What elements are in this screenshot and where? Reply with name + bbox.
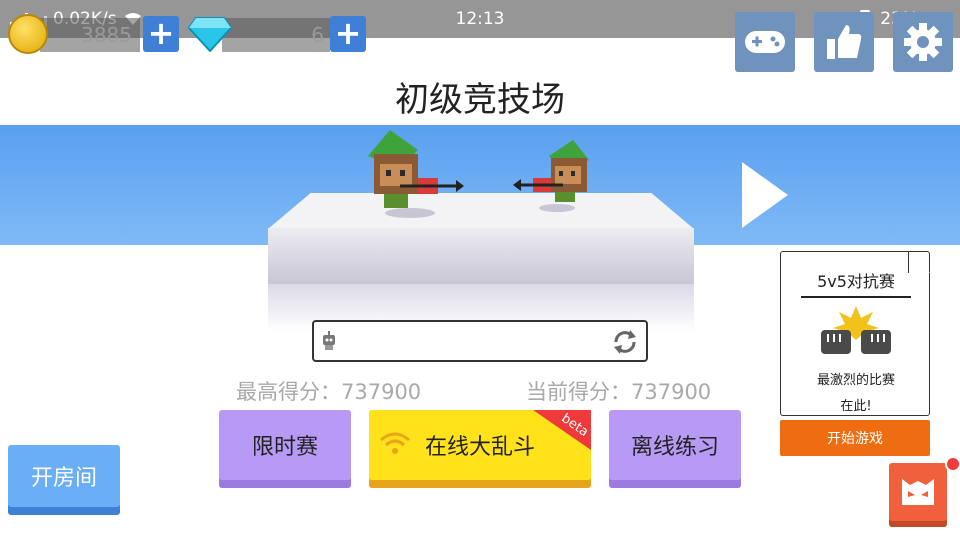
gem-counter: 6 [222,18,330,52]
robot-icon [323,331,335,350]
refresh-icon[interactable] [610,327,640,357]
coin-icon [8,14,48,54]
like-button[interactable] [814,12,874,72]
messages-button[interactable] [889,463,947,521]
offline-mode-button[interactable]: 离线练习 [609,410,741,480]
settings-button[interactable] [893,12,953,72]
timed-mode-label: 限时赛 [251,435,318,460]
notification-dot [945,456,960,472]
online-mode-label: 在线大乱斗 [424,435,535,460]
gamepad-icon [745,31,785,53]
promo-card-desc-1: 最激烈的比赛 [816,373,895,388]
add-coins-button[interactable]: + [143,16,179,52]
open-room-label: 开房间 [30,466,97,491]
start-game-label: 开始游戏 [827,431,883,447]
best-score: 最高得分：737900 [236,380,422,404]
promo-card-desc-2: 在此! [840,399,872,414]
gear-icon [904,23,942,61]
next-arena-arrow[interactable] [742,162,788,228]
coin-counter: 3885 [40,18,140,52]
fist-bump-icon [821,306,891,354]
arena-platform-side [268,228,694,284]
gamepad-button[interactable] [735,12,795,72]
mail-icon [902,479,934,505]
archer-player-icon [368,130,464,218]
add-gems-button[interactable]: + [330,16,366,52]
timed-mode-button[interactable]: 限时赛 [219,410,351,480]
online-mode-button[interactable]: 在线大乱斗 beta [369,410,591,480]
player-name-field[interactable] [312,320,648,362]
card-fold-corner [908,251,930,273]
thumbs-up-icon [827,25,862,59]
wifi-icon [380,432,410,454]
promo-card-title: 5v5对抗赛 [801,268,911,298]
archer-enemy-icon [513,140,589,212]
open-room-button[interactable]: 开房间 [8,445,120,507]
page-title: 初级竞技场 [395,80,565,120]
diamond-icon [188,17,232,52]
arena-platform [268,193,694,229]
offline-mode-label: 离线练习 [630,435,719,460]
current-score: 当前得分：737900 [526,380,712,404]
start-game-button[interactable]: 开始游戏 [780,420,930,456]
promo-card-5v5[interactable]: 5v5对抗赛 最激烈的比赛 在此! [780,251,930,416]
